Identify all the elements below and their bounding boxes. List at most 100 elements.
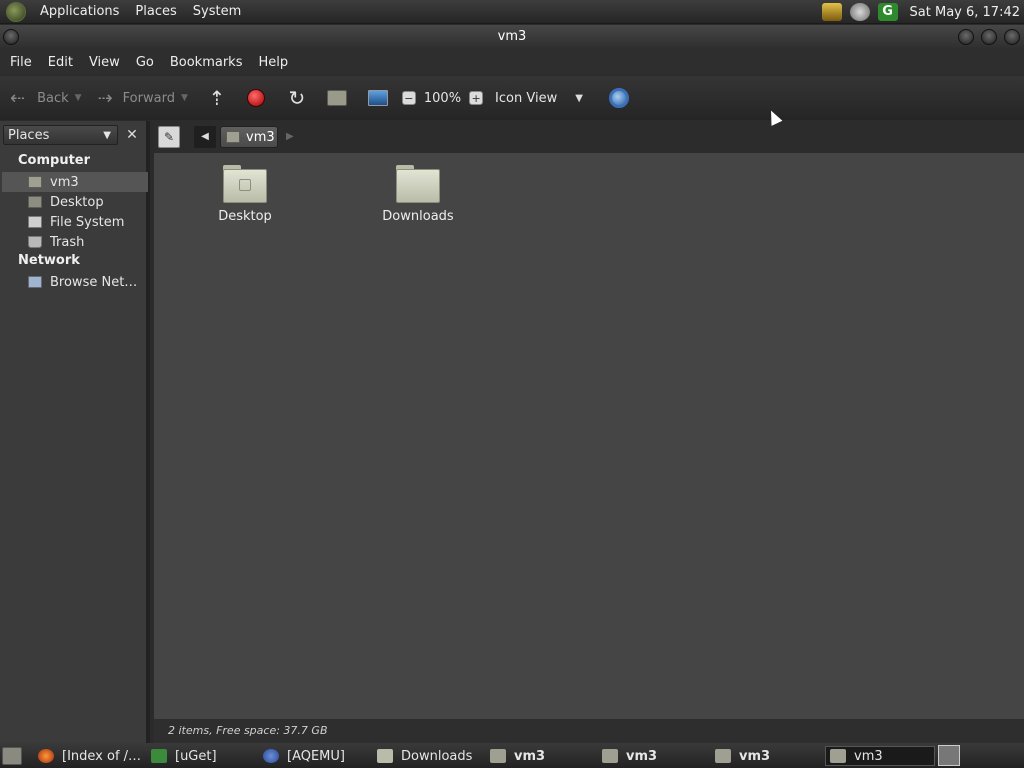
- location-bar: ✎ ◀ vm3 ▶: [154, 121, 1024, 153]
- sidebar-item-label: File System: [50, 214, 125, 230]
- back-dropdown-icon[interactable]: ▼: [75, 93, 82, 103]
- up-arrow-icon: ⇡: [208, 86, 226, 110]
- trash-icon: [28, 236, 42, 248]
- sidebar-item-label: Browse Net…: [50, 274, 138, 290]
- qemu-icon: [263, 749, 279, 763]
- maximize-button[interactable]: [981, 29, 997, 45]
- view-mode-label: Icon View: [495, 90, 558, 106]
- system-menu[interactable]: System: [185, 4, 249, 19]
- sidebar-item-label: Desktop: [50, 194, 104, 210]
- system-tray: G Sat May 6, 17:42: [821, 0, 1024, 24]
- file-label: Downloads: [382, 209, 454, 224]
- search-button[interactable]: [608, 88, 629, 108]
- minimize-button[interactable]: [958, 29, 974, 45]
- breadcrumb-scroll-left[interactable]: ◀: [194, 126, 216, 148]
- menu-view[interactable]: View: [81, 55, 128, 70]
- sidebar-item-label: Trash: [50, 234, 85, 250]
- folder-icon: [377, 749, 393, 763]
- clock[interactable]: Sat May 6, 17:42: [910, 5, 1020, 20]
- menu-help[interactable]: Help: [250, 55, 296, 70]
- sidebar-item-trash[interactable]: Trash: [2, 232, 148, 252]
- task-vm3-3[interactable]: vm3: [715, 746, 825, 766]
- applications-menu[interactable]: Applications: [32, 4, 127, 19]
- task-label: vm3: [514, 748, 546, 764]
- show-desktop-icon[interactable]: [2, 746, 22, 765]
- bee-icon[interactable]: [821, 3, 842, 21]
- firefox-icon: [38, 749, 54, 763]
- top-panel: Applications Places System G Sat May 6, …: [0, 0, 1024, 24]
- computer-button[interactable]: [367, 90, 388, 106]
- task-label: vm3: [739, 748, 771, 764]
- desktop-icon: [28, 196, 42, 208]
- task-vm3-2[interactable]: vm3: [602, 746, 712, 766]
- view-mode-select[interactable]: Icon View ▼: [495, 91, 583, 106]
- task-aqemu[interactable]: [AQEMU]: [263, 746, 373, 766]
- zoom-in-button[interactable]: +: [469, 91, 484, 105]
- zoom-level[interactable]: 100%: [424, 91, 461, 106]
- search-icon: [608, 88, 629, 108]
- sidebar-pane-select[interactable]: Places ▼: [3, 125, 118, 145]
- sidebar-close-button[interactable]: ✕: [122, 126, 142, 144]
- window-title: vm3: [497, 29, 527, 44]
- home-icon: [326, 90, 347, 106]
- home-icon: [830, 749, 846, 763]
- chevron-down-icon: ▼: [103, 129, 111, 141]
- window-titlebar[interactable]: vm3: [0, 25, 1024, 49]
- top-menu: Applications Places System: [32, 4, 249, 19]
- reload-icon: ↻: [288, 86, 306, 110]
- back-button[interactable]: ⇠ Back ▼: [10, 88, 82, 109]
- drive-icon: [28, 216, 42, 228]
- sidebar-item-file-system[interactable]: File System: [2, 212, 148, 232]
- sidebar-pane-label: Places: [8, 127, 50, 143]
- menu-go[interactable]: Go: [128, 55, 162, 70]
- sidebar-item-label: vm3: [50, 174, 79, 190]
- file-item-desktop[interactable]: Desktop: [190, 165, 300, 224]
- task-browser[interactable]: [Index of /…: [38, 746, 148, 766]
- breadcrumb-scroll-right[interactable]: ▶: [286, 126, 298, 148]
- task-uget[interactable]: [uGet]: [151, 746, 261, 766]
- uget-icon[interactable]: G: [877, 3, 898, 21]
- forward-label: Forward: [122, 90, 175, 106]
- home-icon: [28, 176, 42, 188]
- network-icon: [28, 276, 42, 288]
- folder-desktop-icon: [223, 165, 267, 203]
- menu-bookmarks[interactable]: Bookmarks: [162, 55, 251, 70]
- workspace-switcher[interactable]: [938, 745, 960, 766]
- task-label: Downloads: [401, 748, 473, 764]
- menu-file[interactable]: File: [2, 55, 40, 70]
- folder-icon: [396, 165, 440, 203]
- home-button[interactable]: [326, 90, 347, 106]
- volume-icon[interactable]: [849, 3, 870, 21]
- up-button[interactable]: ⇡: [206, 86, 228, 110]
- zoom-out-button[interactable]: −: [401, 91, 416, 105]
- forward-dropdown-icon[interactable]: ▼: [181, 93, 188, 103]
- status-bar: 2 items, Free space: 37.7 GB: [154, 719, 1024, 743]
- sidebar-item-browse-network[interactable]: Browse Net…: [2, 272, 148, 292]
- file-view[interactable]: Desktop Downloads: [154, 153, 1024, 719]
- task-label: [Index of /…: [62, 748, 142, 764]
- close-window-button[interactable]: [1004, 29, 1020, 45]
- sidebar-item-desktop[interactable]: Desktop: [2, 192, 148, 212]
- task-label: [AQEMU]: [287, 748, 345, 764]
- forward-button[interactable]: ⇢ Forward ▼: [98, 88, 188, 109]
- task-label: vm3: [854, 748, 883, 764]
- places-menu[interactable]: Places: [127, 4, 184, 19]
- task-label: [uGet]: [175, 748, 217, 764]
- task-downloads[interactable]: Downloads: [377, 746, 487, 766]
- breadcrumb-label: vm3: [246, 129, 275, 145]
- chevron-left-icon: ◀: [201, 131, 209, 142]
- task-vm3-active[interactable]: vm3: [825, 746, 935, 766]
- sidebar-item-vm3[interactable]: vm3: [2, 172, 148, 192]
- location-edit-button[interactable]: ✎: [158, 126, 180, 148]
- file-item-downloads[interactable]: Downloads: [363, 165, 473, 224]
- menu-edit[interactable]: Edit: [40, 55, 81, 70]
- toolbar: ⇠ Back ▼ ⇢ Forward ▼ ⇡ ↻ − 100% + Icon V…: [0, 76, 1024, 120]
- task-label: vm3: [626, 748, 658, 764]
- distro-logo-icon[interactable]: [6, 1, 26, 22]
- stop-button[interactable]: [246, 89, 265, 107]
- uget-icon: [151, 749, 167, 763]
- stop-icon: [246, 89, 265, 107]
- reload-button[interactable]: ↻: [286, 86, 308, 110]
- task-vm3-1[interactable]: vm3: [490, 746, 600, 766]
- breadcrumb-vm3[interactable]: vm3: [220, 126, 278, 148]
